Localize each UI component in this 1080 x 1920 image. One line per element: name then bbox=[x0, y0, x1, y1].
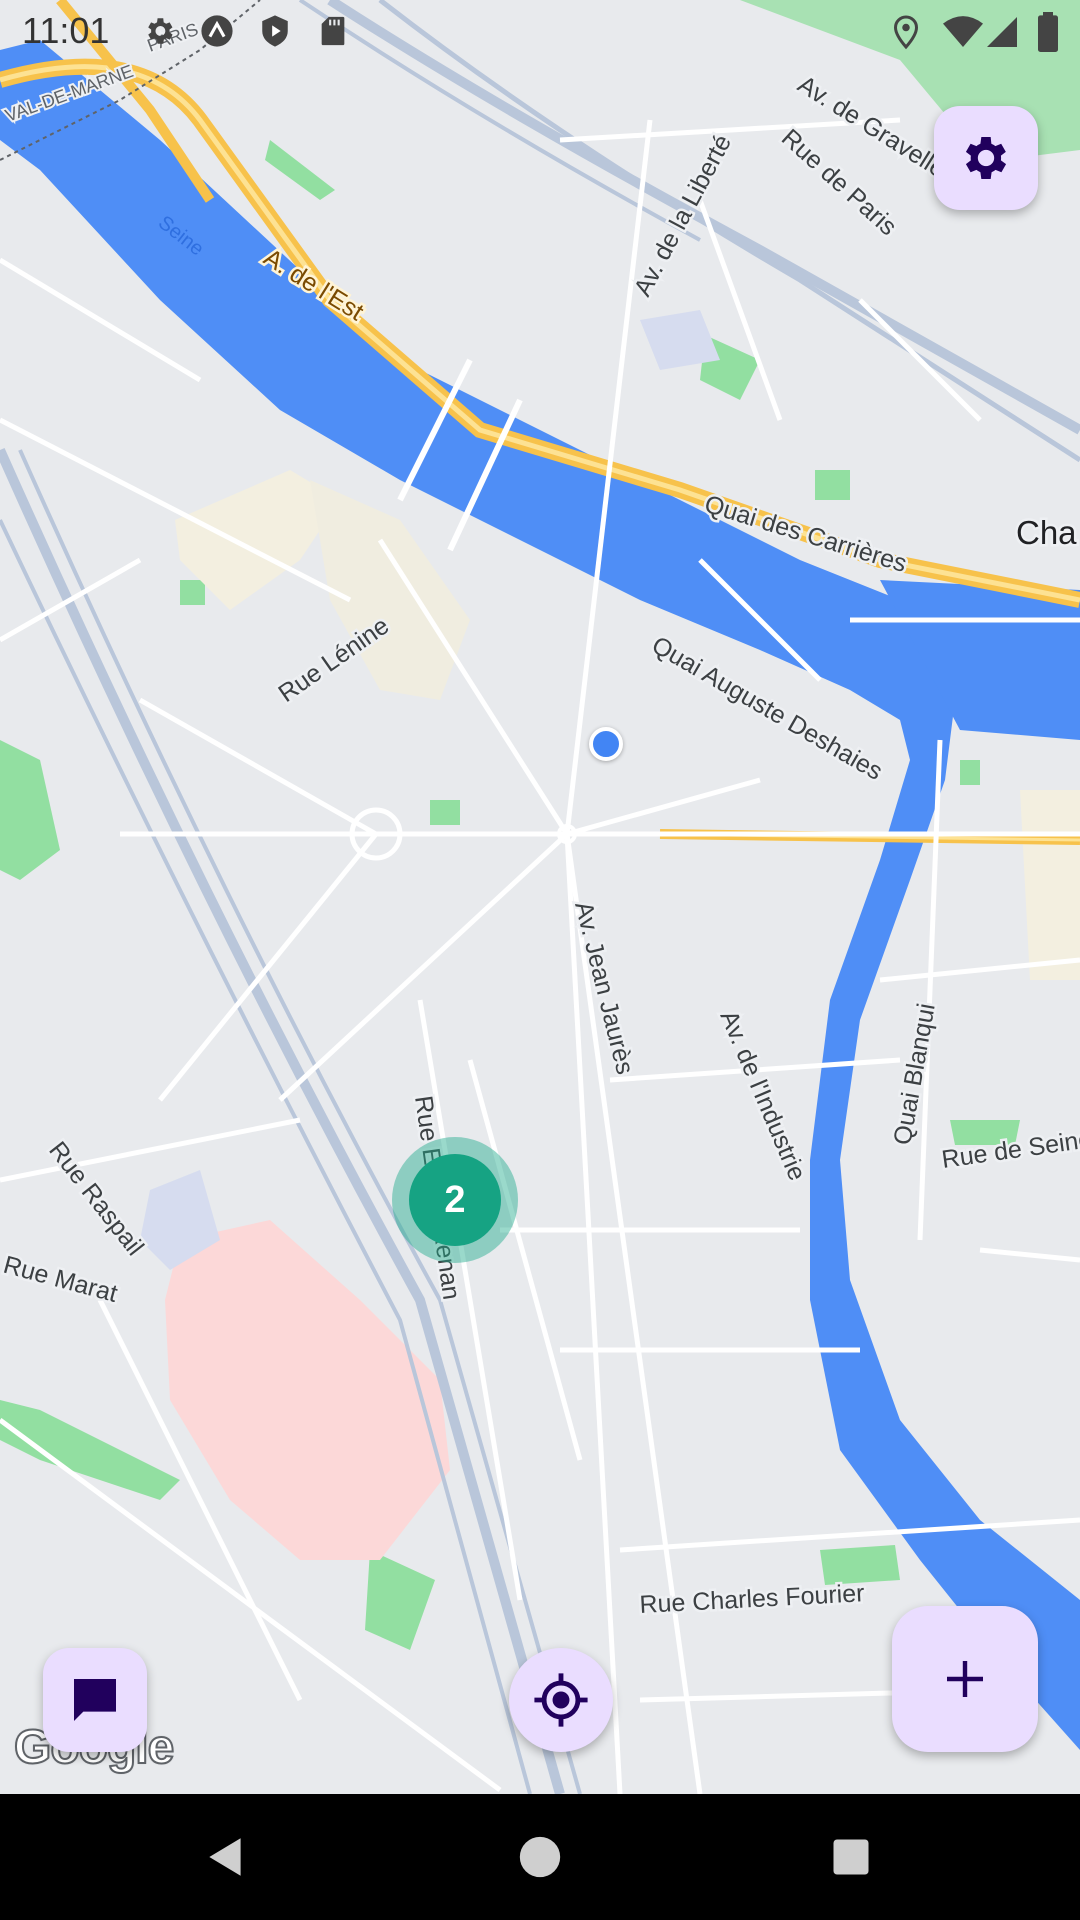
sd-card-icon bbox=[321, 16, 345, 46]
back-triangle-icon bbox=[209, 1838, 241, 1876]
locate-me-button[interactable] bbox=[509, 1648, 613, 1752]
location-pin-icon bbox=[893, 15, 919, 50]
my-location-crosshair-icon bbox=[534, 1673, 588, 1727]
home-button[interactable] bbox=[497, 1814, 583, 1900]
wifi-icon bbox=[943, 16, 983, 47]
home-circle-icon bbox=[519, 1836, 561, 1878]
arrow-up-circle-icon bbox=[201, 15, 233, 47]
settings-button[interactable] bbox=[934, 106, 1038, 210]
gear-icon bbox=[965, 137, 1007, 179]
battery-icon bbox=[1038, 12, 1058, 52]
add-button[interactable] bbox=[892, 1606, 1038, 1752]
map-canvas[interactable]: VAL-DE-MARNE PARIS Seine A. de l'Est Qua… bbox=[0, 0, 1080, 1794]
recents-button[interactable] bbox=[808, 1814, 894, 1900]
back-button[interactable] bbox=[183, 1814, 269, 1900]
map-view[interactable]: VAL-DE-MARNE PARIS Seine A. de l'Est Qua… bbox=[0, 0, 1080, 1794]
cluster-count: 2 bbox=[409, 1154, 501, 1246]
settings-gear-icon bbox=[148, 18, 173, 44]
chat-bubble-icon bbox=[74, 1679, 116, 1721]
play-shield-icon bbox=[262, 15, 288, 47]
plus-icon bbox=[947, 1661, 983, 1697]
recents-square-icon bbox=[833, 1839, 869, 1875]
status-time: 11:01 bbox=[22, 10, 110, 51]
cell-signal-icon bbox=[987, 17, 1017, 47]
cluster-marker[interactable]: 2 bbox=[392, 1137, 518, 1263]
map-label-place: Cha bbox=[1016, 514, 1077, 551]
status-bar: 11:01 bbox=[0, 0, 1080, 64]
chat-button[interactable] bbox=[43, 1648, 147, 1752]
my-location-dot bbox=[589, 727, 623, 761]
system-nav-bar bbox=[0, 1794, 1080, 1920]
